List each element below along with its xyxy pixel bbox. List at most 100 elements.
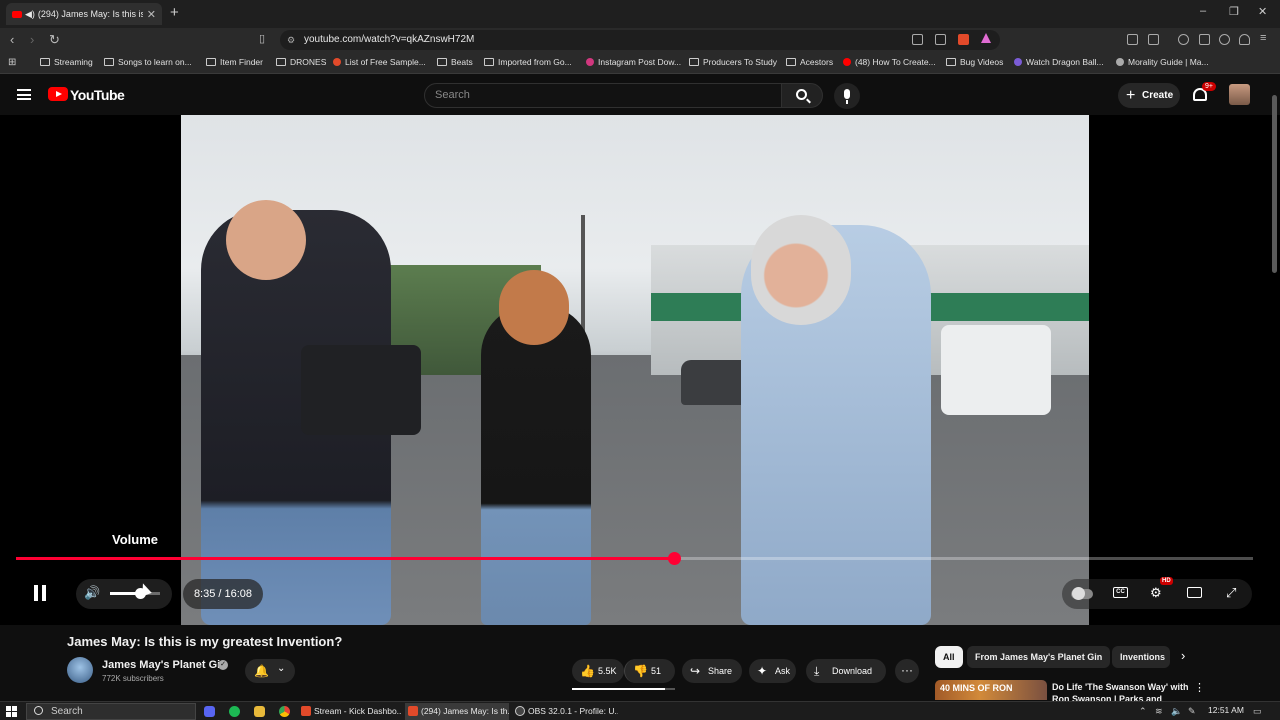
close-tab-icon[interactable]: ✕	[147, 8, 156, 21]
video-player[interactable]: Volume 🔊 8:35 / 16:08 CC ⚙ HD ⤢	[0, 115, 1280, 625]
youtube-logo-text[interactable]: YouTube	[70, 87, 125, 103]
bookmark-item[interactable]: List of Free Sample...	[333, 57, 426, 67]
volume-icon[interactable]: 🔊	[84, 585, 100, 601]
volume-slider[interactable]	[110, 588, 160, 599]
progress-scrubber[interactable]	[668, 552, 682, 565]
bookmark-item[interactable]: (48) How To Create...	[843, 57, 936, 67]
chevron-right-icon[interactable]: ›	[1181, 648, 1185, 663]
bookmark-item[interactable]: Streaming	[40, 57, 93, 67]
bookmark-item[interactable]: Instagram Post Dow...	[586, 57, 681, 67]
bookmark-icon[interactable]: ▯	[259, 32, 265, 45]
rewards-icon[interactable]	[981, 33, 991, 43]
music-icon[interactable]	[1178, 34, 1189, 45]
browser-tab-active[interactable]: ◀) (294) James May: Is this is my ✕	[6, 3, 162, 25]
volume-tray-icon[interactable]: 🔈	[1171, 706, 1182, 717]
channel-avatar[interactable]	[67, 657, 93, 683]
scrollbar-thumb[interactable]	[1272, 95, 1277, 273]
forward-icon[interactable]: ›	[30, 32, 34, 47]
tray-chevron-up-icon[interactable]: ⌃	[1139, 706, 1147, 717]
close-window-button[interactable]: ✕	[1258, 5, 1267, 18]
new-tab-button[interactable]: +	[170, 4, 179, 21]
chip-from-channel[interactable]: From James May's Planet Gin	[967, 646, 1111, 668]
notification-center-icon[interactable]: ▭	[1253, 706, 1262, 717]
bookmark-item[interactable]: Songs to learn on...	[104, 57, 192, 67]
vpn-shield-icon[interactable]	[1239, 34, 1250, 45]
bookmark-item[interactable]: Producers To Study	[689, 57, 777, 67]
taskbar-window-youtube[interactable]: (294) James May: Is th...	[405, 703, 509, 720]
extensions-icon[interactable]	[1127, 34, 1138, 45]
search-input[interactable]: Search	[424, 83, 782, 108]
speaker-icon[interactable]: ◀)	[25, 9, 35, 20]
bookmark-item[interactable]: Morality Guide | Ma...	[1116, 57, 1209, 67]
address-bar[interactable]: ⚙ youtube.com/watch?v=qkAZnswH72M	[280, 30, 1000, 50]
bookmark-item[interactable]: Imported from Go...	[484, 57, 572, 67]
folder-icon	[276, 58, 286, 66]
download-label: Download	[832, 666, 873, 676]
youtube-logo-icon[interactable]	[48, 87, 68, 101]
reload-icon[interactable]: ↻	[49, 32, 60, 48]
captions-icon[interactable]: CC	[1113, 587, 1128, 598]
thumbs-down-icon: 👎	[633, 664, 648, 678]
create-button[interactable]: + Create	[1118, 83, 1180, 108]
back-icon[interactable]: ‹	[10, 32, 14, 47]
taskbar-search-input[interactable]: Search	[26, 703, 196, 720]
white-van	[941, 325, 1051, 415]
windows-start-icon[interactable]	[6, 706, 17, 717]
browser-menu-icon[interactable]: ≡	[1260, 32, 1266, 44]
brave-shield-icon[interactable]	[958, 34, 969, 45]
more-actions-button[interactable]: ···	[895, 659, 919, 683]
share-button[interactable]: ↪ Share	[682, 659, 742, 683]
minimize-button[interactable]: –	[1200, 5, 1206, 17]
wallet-icon[interactable]	[1199, 34, 1210, 45]
thumbnail-text: 40 MINS OF RON	[940, 683, 1013, 693]
bookmark-label: Item Finder	[220, 57, 263, 67]
taskbar-window-obs[interactable]: OBS 32.0.1 - Profile: U...	[512, 703, 618, 720]
sparkle-icon: ✦	[757, 664, 768, 678]
network-icon[interactable]: ≋	[1155, 706, 1163, 717]
subscribed-notifications-button[interactable]: 🔔 ⌄	[245, 659, 295, 683]
sidebar-icon[interactable]	[1148, 34, 1159, 45]
video-menu-icon[interactable]: ⋮	[1194, 681, 1205, 694]
bookmark-label: Streaming	[54, 57, 93, 67]
taskbar-window-kick[interactable]: Stream - Kick Dashbo...	[298, 703, 402, 720]
apps-grid-icon[interactable]: ⊞	[8, 57, 16, 68]
search-button[interactable]	[781, 83, 823, 108]
progress-bar[interactable]	[16, 552, 1253, 565]
bookmark-item[interactable]: DRONES	[276, 57, 326, 67]
maximize-button[interactable]: ❐	[1229, 5, 1239, 18]
share-page-icon[interactable]	[935, 34, 946, 45]
file-explorer-icon[interactable]	[254, 706, 265, 717]
account-avatar[interactable]	[1229, 84, 1250, 105]
hamburger-menu-icon[interactable]	[17, 89, 31, 100]
discord-icon[interactable]	[204, 706, 215, 717]
download-icon: ⤓	[814, 664, 820, 678]
bookmark-item[interactable]: Item Finder	[206, 57, 263, 67]
bookmark-item[interactable]: Acestors	[786, 57, 833, 67]
chip-all[interactable]: All	[935, 646, 963, 668]
leo-ai-icon[interactable]	[1219, 34, 1230, 45]
time-display: 8:35 / 16:08	[183, 579, 263, 609]
bookmark-item[interactable]: Bug Videos	[946, 57, 1003, 67]
like-button[interactable]: 👍 5.5K	[572, 659, 624, 683]
bookmark-item[interactable]: Watch Dragon Ball...	[1014, 57, 1104, 67]
dislike-button[interactable]: 👎 51	[624, 659, 675, 683]
pause-button[interactable]	[33, 585, 47, 601]
bookmark-item[interactable]: Beats	[437, 57, 473, 67]
url-text: youtube.com/watch?v=qkAZnswH72M	[304, 34, 475, 45]
fullscreen-icon[interactable]: ⤢	[1226, 585, 1236, 601]
cast-icon[interactable]	[912, 34, 923, 45]
voice-search-button[interactable]	[834, 83, 860, 109]
folder-icon	[689, 58, 699, 66]
pen-icon[interactable]: ✎	[1188, 706, 1196, 717]
site-info-icon[interactable]: ⚙	[287, 30, 295, 50]
channel-name[interactable]: James May's Planet Gin	[102, 659, 227, 671]
settings-gear-icon[interactable]: ⚙	[1150, 585, 1162, 601]
ask-button[interactable]: ✦ Ask	[749, 659, 796, 683]
theater-mode-icon[interactable]	[1187, 587, 1202, 598]
chip-inventions[interactable]: Inventions	[1112, 646, 1170, 668]
video-frame[interactable]	[181, 115, 1089, 625]
autoplay-toggle[interactable]	[1071, 587, 1093, 600]
download-button[interactable]: ⤓ Download	[806, 659, 886, 683]
chrome-icon[interactable]	[279, 706, 290, 717]
spotify-icon[interactable]	[229, 706, 240, 717]
